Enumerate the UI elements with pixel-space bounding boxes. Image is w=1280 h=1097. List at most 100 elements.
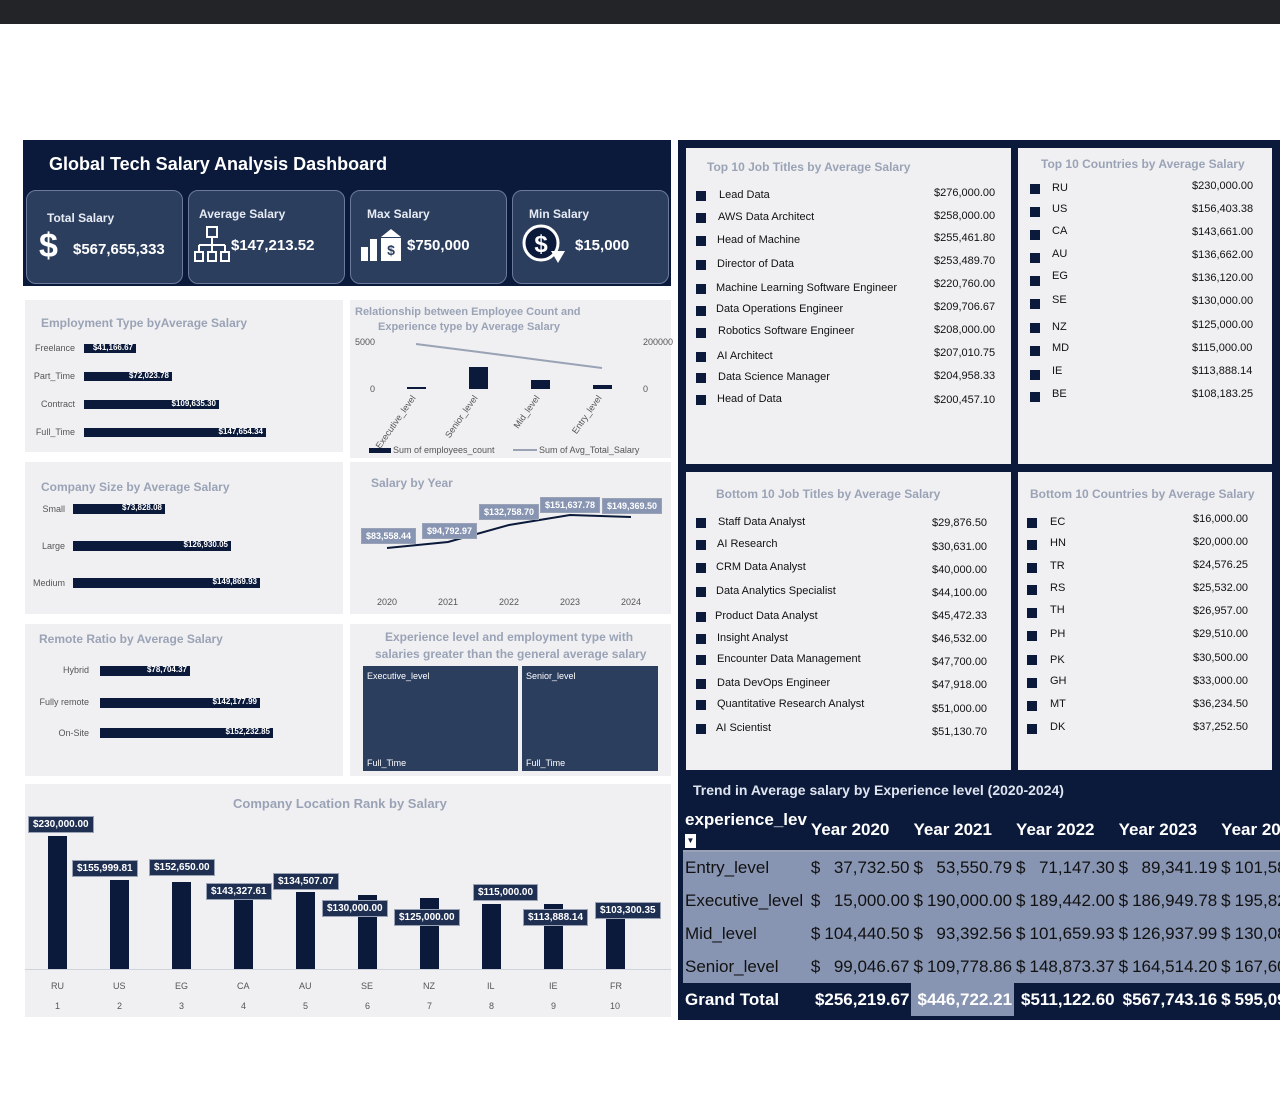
bar-full-time: $147,654.34 [84,427,266,437]
job-salary: $253,489.70 [934,255,996,267]
panel-title: Bottom 10 Job Titles by Average Salary [716,487,941,501]
currency-sign: $ [1219,884,1233,917]
bar-value: $152,232.85 [225,727,271,736]
column-header-filter[interactable]: experience_lev ▼ [683,810,809,852]
currency-sign: $ [1116,917,1131,950]
kpi-label: Max Salary [367,207,430,221]
country-salary: $16,000.00 [1193,513,1249,525]
country-code: PH [1050,628,1066,640]
job-title: Quantitative Research Analyst [717,698,865,710]
bullet-square [696,518,706,528]
country-salary: $143,661.00 [1192,226,1254,238]
rank-label: 1 [55,1001,61,1011]
location-bar-us [110,880,129,969]
currency-sign: $ [1219,917,1233,950]
bullet-square [1027,678,1037,688]
job-title: AI Architect [717,350,773,362]
job-title: Machine Learning Software Engineer [716,282,898,294]
bottom-countries-panel: Bottom 10 Countries by Average Salary EC… [1018,472,1272,770]
cell-value: 167,603.94 [1232,950,1280,983]
country-salary: $25,532.00 [1193,582,1249,594]
table-row: Senior_level $99,046.67 $109,778.86 $148… [683,950,1280,983]
bullet-square [1030,392,1040,402]
country-code: TR [1050,560,1065,572]
kpi-label: Min Salary [529,207,590,221]
panel-title: Company Size by Average Salary [41,480,230,494]
tile-top-label: Senior_level [526,671,576,681]
job-title: Staff Data Analyst [718,516,806,528]
window-top-bar [0,0,1280,24]
cell-value: 101,585.01 [1232,851,1280,884]
job-title: Lead Data [719,189,770,201]
remote-ratio-panel: Remote Ratio by Average Salary Hybrid $7… [25,624,343,776]
job-title: Head of Machine [717,234,801,246]
country-code: RS [1050,582,1066,594]
rank-label: 6 [365,1001,371,1011]
cell-value: 190,000.00 [924,884,1015,917]
experience-tree-panel: Experience level and employment type wit… [350,624,671,776]
job-salary: $51,130.70 [932,726,988,738]
country-code: HN [1050,537,1066,549]
bar-label: On-Site [58,728,89,738]
chart-bar [593,385,612,389]
grand-total-row: Grand Total $256,219.67 $446,722.21 $511… [683,983,1280,1016]
job-title: AI Scientist [716,722,772,734]
column-header: Year 2024 [1219,810,1280,852]
bar-label: Large [41,541,65,551]
cell-value: 195,822.80 [1232,884,1280,917]
bullet-square [1030,184,1040,194]
bar-part-time: $72,023.78 [84,371,172,381]
country-label: EG [175,981,189,991]
bar-label: Medium [32,578,65,588]
country-code: MT [1050,698,1066,710]
job-salary: $220,760.00 [934,278,996,290]
currency-sign: $ [1116,950,1131,983]
currency-sign: $ [1014,950,1028,983]
job-salary: $204,958.33 [934,370,996,382]
bar-value: $72,023.78 [128,371,169,380]
currency-sign: $ [911,884,925,917]
currency-sign: $ [1219,950,1233,983]
data-label: $83,558.44 [361,528,417,544]
table-row: Mid_level $104,440.50 $93,392.56 $101,65… [683,917,1280,950]
legend-bar-swatch [369,448,391,453]
bullet-square [1027,608,1037,618]
kpi-min-salary: Min Salary $ $15,000 [512,190,669,284]
country-code: EG [1052,270,1068,282]
currency-sign: $ [1014,851,1028,884]
currency-sign: $ [1219,983,1233,1016]
country-salary: $113,888.14 [1192,365,1253,377]
dollar-icon: $ [39,227,58,265]
country-label: FR [610,981,622,991]
kpi-value: $15,000 [575,237,630,254]
country-code: TH [1050,604,1065,616]
currency-sign: $ [911,917,925,950]
job-title: Robotics Software Engineer [718,325,855,337]
total-value-selected[interactable]: $446,722.21 [911,983,1015,1016]
bottom-jobs-panel: Bottom 10 Job Titles by Average Salary S… [686,472,1011,770]
bullet-square [1027,701,1037,711]
bar-value: $126,930.05 [183,540,229,549]
country-code: US [1052,203,1068,215]
panel-title: Employment Type byAverage Salary [41,316,248,330]
bullet-square [1027,655,1037,665]
bullet-square [696,612,706,622]
kpi-value: $750,000 [407,237,470,254]
country-salary: $33,000.00 [1193,675,1249,687]
bullet-square [1030,276,1040,286]
bar-value: $149,869.93 [212,577,258,586]
dropdown-arrow-icon[interactable]: ▼ [685,833,696,848]
data-label: $130,000.00 [322,900,388,917]
country-label: IL [487,981,495,991]
job-salary: $208,000.00 [934,324,996,336]
bullet-square [1030,230,1040,240]
currency-sign: $ [1219,851,1233,884]
data-label: $113,888.14 [523,909,589,926]
data-label: $149,369.50 [602,498,663,514]
cell-value: 93,392.56 [924,917,1015,950]
job-salary: $200,457.10 [934,394,996,406]
bullet-square [696,655,706,665]
country-code: DK [1050,721,1066,733]
kpi-label: Total Salary [47,211,115,225]
cell-value: 15,000.00 [822,884,912,917]
